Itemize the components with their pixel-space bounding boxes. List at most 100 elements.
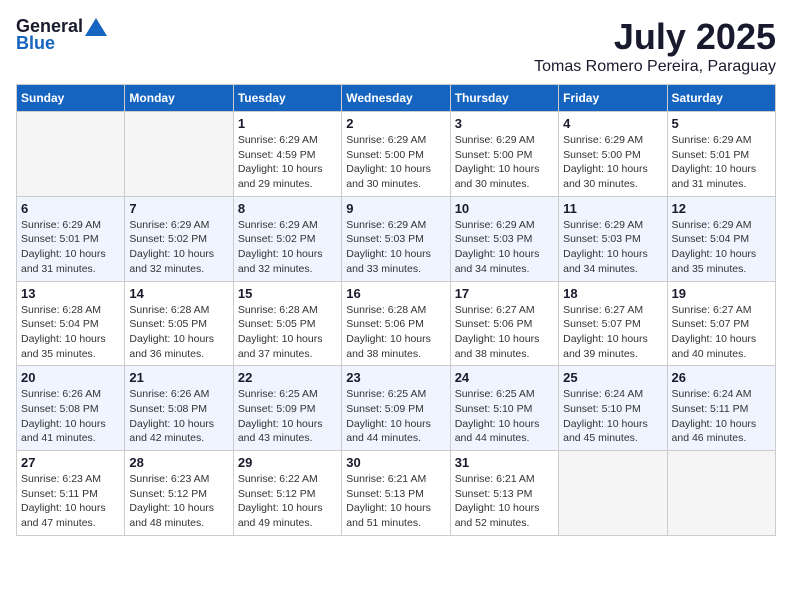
day-number: 26 bbox=[672, 370, 771, 385]
calendar-week-row: 6 Sunrise: 6:29 AMSunset: 5:01 PMDayligh… bbox=[17, 196, 776, 281]
calendar-day-cell bbox=[559, 451, 667, 536]
day-number: 13 bbox=[21, 286, 120, 301]
calendar-day-cell: 6 Sunrise: 6:29 AMSunset: 5:01 PMDayligh… bbox=[17, 196, 125, 281]
day-number: 14 bbox=[129, 286, 228, 301]
calendar-day-cell bbox=[667, 451, 775, 536]
day-detail: Sunrise: 6:29 AMSunset: 5:00 PMDaylight:… bbox=[346, 133, 445, 192]
day-detail: Sunrise: 6:26 AMSunset: 5:08 PMDaylight:… bbox=[21, 387, 120, 446]
calendar-day-cell: 1 Sunrise: 6:29 AMSunset: 4:59 PMDayligh… bbox=[233, 112, 341, 197]
day-detail: Sunrise: 6:28 AMSunset: 5:06 PMDaylight:… bbox=[346, 303, 445, 362]
day-detail: Sunrise: 6:29 AMSunset: 5:01 PMDaylight:… bbox=[672, 133, 771, 192]
day-number: 6 bbox=[21, 201, 120, 216]
calendar-day-cell: 30 Sunrise: 6:21 AMSunset: 5:13 PMDaylig… bbox=[342, 451, 450, 536]
day-number: 7 bbox=[129, 201, 228, 216]
calendar-day-cell: 25 Sunrise: 6:24 AMSunset: 5:10 PMDaylig… bbox=[559, 366, 667, 451]
day-detail: Sunrise: 6:23 AMSunset: 5:11 PMDaylight:… bbox=[21, 472, 120, 531]
day-detail: Sunrise: 6:24 AMSunset: 5:10 PMDaylight:… bbox=[563, 387, 662, 446]
calendar-day-cell: 14 Sunrise: 6:28 AMSunset: 5:05 PMDaylig… bbox=[125, 281, 233, 366]
header: General Blue July 2025 Tomas Romero Pere… bbox=[16, 16, 776, 76]
day-number: 3 bbox=[455, 116, 554, 131]
logo: General Blue bbox=[16, 16, 107, 54]
calendar-day-cell: 24 Sunrise: 6:25 AMSunset: 5:10 PMDaylig… bbox=[450, 366, 558, 451]
day-number: 10 bbox=[455, 201, 554, 216]
day-detail: Sunrise: 6:25 AMSunset: 5:09 PMDaylight:… bbox=[346, 387, 445, 446]
day-detail: Sunrise: 6:29 AMSunset: 5:02 PMDaylight:… bbox=[129, 218, 228, 277]
calendar-week-row: 20 Sunrise: 6:26 AMSunset: 5:08 PMDaylig… bbox=[17, 366, 776, 451]
day-detail: Sunrise: 6:29 AMSunset: 5:00 PMDaylight:… bbox=[563, 133, 662, 192]
calendar-day-cell: 23 Sunrise: 6:25 AMSunset: 5:09 PMDaylig… bbox=[342, 366, 450, 451]
calendar-day-cell: 18 Sunrise: 6:27 AMSunset: 5:07 PMDaylig… bbox=[559, 281, 667, 366]
calendar-day-cell: 5 Sunrise: 6:29 AMSunset: 5:01 PMDayligh… bbox=[667, 112, 775, 197]
calendar-day-cell: 3 Sunrise: 6:29 AMSunset: 5:00 PMDayligh… bbox=[450, 112, 558, 197]
day-detail: Sunrise: 6:29 AMSunset: 5:04 PMDaylight:… bbox=[672, 218, 771, 277]
day-detail: Sunrise: 6:28 AMSunset: 5:05 PMDaylight:… bbox=[129, 303, 228, 362]
calendar-day-cell: 13 Sunrise: 6:28 AMSunset: 5:04 PMDaylig… bbox=[17, 281, 125, 366]
calendar-week-row: 1 Sunrise: 6:29 AMSunset: 4:59 PMDayligh… bbox=[17, 112, 776, 197]
day-number: 19 bbox=[672, 286, 771, 301]
calendar-day-cell: 29 Sunrise: 6:22 AMSunset: 5:12 PMDaylig… bbox=[233, 451, 341, 536]
day-number: 4 bbox=[563, 116, 662, 131]
day-detail: Sunrise: 6:26 AMSunset: 5:08 PMDaylight:… bbox=[129, 387, 228, 446]
calendar-header-sunday: Sunday bbox=[17, 85, 125, 112]
logo-triangle-icon bbox=[85, 18, 107, 36]
day-detail: Sunrise: 6:29 AMSunset: 5:01 PMDaylight:… bbox=[21, 218, 120, 277]
calendar-week-row: 13 Sunrise: 6:28 AMSunset: 5:04 PMDaylig… bbox=[17, 281, 776, 366]
calendar-header-row: SundayMondayTuesdayWednesdayThursdayFrid… bbox=[17, 85, 776, 112]
day-number: 31 bbox=[455, 455, 554, 470]
calendar-week-row: 27 Sunrise: 6:23 AMSunset: 5:11 PMDaylig… bbox=[17, 451, 776, 536]
day-number: 20 bbox=[21, 370, 120, 385]
calendar-header-tuesday: Tuesday bbox=[233, 85, 341, 112]
day-number: 29 bbox=[238, 455, 337, 470]
day-number: 9 bbox=[346, 201, 445, 216]
calendar-day-cell: 11 Sunrise: 6:29 AMSunset: 5:03 PMDaylig… bbox=[559, 196, 667, 281]
day-number: 25 bbox=[563, 370, 662, 385]
calendar-table: SundayMondayTuesdayWednesdayThursdayFrid… bbox=[16, 84, 776, 536]
calendar-header-wednesday: Wednesday bbox=[342, 85, 450, 112]
day-detail: Sunrise: 6:29 AMSunset: 5:03 PMDaylight:… bbox=[563, 218, 662, 277]
day-detail: Sunrise: 6:29 AMSunset: 5:00 PMDaylight:… bbox=[455, 133, 554, 192]
day-number: 21 bbox=[129, 370, 228, 385]
day-number: 2 bbox=[346, 116, 445, 131]
calendar-day-cell: 15 Sunrise: 6:28 AMSunset: 5:05 PMDaylig… bbox=[233, 281, 341, 366]
day-number: 28 bbox=[129, 455, 228, 470]
calendar-header-saturday: Saturday bbox=[667, 85, 775, 112]
calendar-day-cell: 26 Sunrise: 6:24 AMSunset: 5:11 PMDaylig… bbox=[667, 366, 775, 451]
day-detail: Sunrise: 6:28 AMSunset: 5:05 PMDaylight:… bbox=[238, 303, 337, 362]
day-detail: Sunrise: 6:29 AMSunset: 5:03 PMDaylight:… bbox=[346, 218, 445, 277]
calendar-day-cell: 8 Sunrise: 6:29 AMSunset: 5:02 PMDayligh… bbox=[233, 196, 341, 281]
day-detail: Sunrise: 6:24 AMSunset: 5:11 PMDaylight:… bbox=[672, 387, 771, 446]
day-detail: Sunrise: 6:27 AMSunset: 5:07 PMDaylight:… bbox=[672, 303, 771, 362]
day-number: 18 bbox=[563, 286, 662, 301]
calendar-day-cell: 28 Sunrise: 6:23 AMSunset: 5:12 PMDaylig… bbox=[125, 451, 233, 536]
calendar-day-cell: 7 Sunrise: 6:29 AMSunset: 5:02 PMDayligh… bbox=[125, 196, 233, 281]
day-detail: Sunrise: 6:29 AMSunset: 5:03 PMDaylight:… bbox=[455, 218, 554, 277]
day-detail: Sunrise: 6:27 AMSunset: 5:07 PMDaylight:… bbox=[563, 303, 662, 362]
day-detail: Sunrise: 6:27 AMSunset: 5:06 PMDaylight:… bbox=[455, 303, 554, 362]
calendar-day-cell: 22 Sunrise: 6:25 AMSunset: 5:09 PMDaylig… bbox=[233, 366, 341, 451]
day-detail: Sunrise: 6:25 AMSunset: 5:09 PMDaylight:… bbox=[238, 387, 337, 446]
day-detail: Sunrise: 6:25 AMSunset: 5:10 PMDaylight:… bbox=[455, 387, 554, 446]
day-number: 15 bbox=[238, 286, 337, 301]
calendar-day-cell: 2 Sunrise: 6:29 AMSunset: 5:00 PMDayligh… bbox=[342, 112, 450, 197]
day-number: 16 bbox=[346, 286, 445, 301]
day-detail: Sunrise: 6:29 AMSunset: 5:02 PMDaylight:… bbox=[238, 218, 337, 277]
calendar-header-monday: Monday bbox=[125, 85, 233, 112]
calendar-day-cell bbox=[17, 112, 125, 197]
calendar-day-cell: 16 Sunrise: 6:28 AMSunset: 5:06 PMDaylig… bbox=[342, 281, 450, 366]
subtitle: Tomas Romero Pereira, Paraguay bbox=[534, 58, 776, 76]
day-number: 1 bbox=[238, 116, 337, 131]
logo-blue-text: Blue bbox=[16, 33, 55, 54]
day-number: 22 bbox=[238, 370, 337, 385]
calendar-day-cell: 31 Sunrise: 6:21 AMSunset: 5:13 PMDaylig… bbox=[450, 451, 558, 536]
day-detail: Sunrise: 6:28 AMSunset: 5:04 PMDaylight:… bbox=[21, 303, 120, 362]
day-number: 30 bbox=[346, 455, 445, 470]
day-detail: Sunrise: 6:21 AMSunset: 5:13 PMDaylight:… bbox=[346, 472, 445, 531]
day-detail: Sunrise: 6:23 AMSunset: 5:12 PMDaylight:… bbox=[129, 472, 228, 531]
day-number: 24 bbox=[455, 370, 554, 385]
day-number: 8 bbox=[238, 201, 337, 216]
calendar-day-cell: 9 Sunrise: 6:29 AMSunset: 5:03 PMDayligh… bbox=[342, 196, 450, 281]
calendar-day-cell: 17 Sunrise: 6:27 AMSunset: 5:06 PMDaylig… bbox=[450, 281, 558, 366]
calendar-day-cell: 4 Sunrise: 6:29 AMSunset: 5:00 PMDayligh… bbox=[559, 112, 667, 197]
calendar-day-cell: 19 Sunrise: 6:27 AMSunset: 5:07 PMDaylig… bbox=[667, 281, 775, 366]
day-number: 27 bbox=[21, 455, 120, 470]
